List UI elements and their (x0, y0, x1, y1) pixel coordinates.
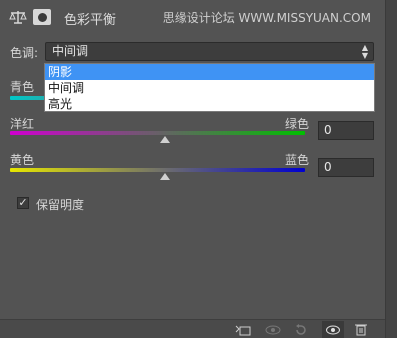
yellow-blue-slider-thumb[interactable] (160, 173, 170, 180)
magenta-green-value-input[interactable]: 0 (318, 121, 374, 140)
panel-footer (0, 319, 385, 338)
select-arrows-icon: ▲ ▼ (361, 43, 368, 60)
preserve-luminosity-checkbox[interactable]: ✓ (17, 197, 29, 209)
slider-green-label: 绿色 (285, 117, 310, 131)
watermark-text: 思缘设计论坛 WWW.MISSYUAN.COM (162, 11, 371, 25)
layer-mask-icon[interactable] (33, 9, 51, 25)
color-balance-panel: 色彩平衡 思缘设计论坛 WWW.MISSYUAN.COM 色调: 中间调 ▲ ▼ … (0, 0, 397, 338)
clip-to-layer-icon[interactable] (232, 321, 254, 338)
yellow-blue-value-input[interactable]: 0 (318, 158, 374, 177)
magenta-green-slider-track[interactable] (10, 131, 305, 135)
yellow-blue-slider-track[interactable] (10, 168, 305, 172)
reset-icon[interactable] (290, 321, 312, 338)
visibility-eye-icon[interactable] (322, 321, 344, 338)
balance-scale-icon[interactable] (9, 9, 27, 25)
magenta-green-slider-thumb[interactable] (160, 136, 170, 143)
view-previous-icon[interactable] (262, 321, 284, 338)
tone-dropdown-menu: 阴影 中间调 高光 (44, 63, 375, 112)
slider-cyan-label: 青色 (10, 80, 35, 94)
slider-blue-label: 蓝色 (285, 153, 310, 167)
properties-header: 色彩平衡 思缘设计论坛 WWW.MISSYUAN.COM (0, 0, 385, 34)
trash-icon[interactable] (350, 321, 372, 338)
slider-yellow-label: 黄色 (10, 153, 35, 167)
tone-option-highlights[interactable]: 高光 (45, 96, 374, 112)
tone-select-value: 中间调 (52, 44, 89, 58)
tone-label: 色调: (10, 46, 39, 60)
preserve-luminosity-label: 保留明度 (36, 198, 85, 212)
tone-option-shadows[interactable]: 阴影 (45, 64, 374, 80)
tone-select[interactable]: 中间调 ▲ ▼ (45, 42, 374, 61)
tone-option-midtones[interactable]: 中间调 (45, 80, 374, 96)
panel-title: 色彩平衡 (64, 13, 117, 28)
slider-magenta-label: 洋红 (10, 117, 35, 131)
scrollbar-gutter (385, 0, 397, 338)
